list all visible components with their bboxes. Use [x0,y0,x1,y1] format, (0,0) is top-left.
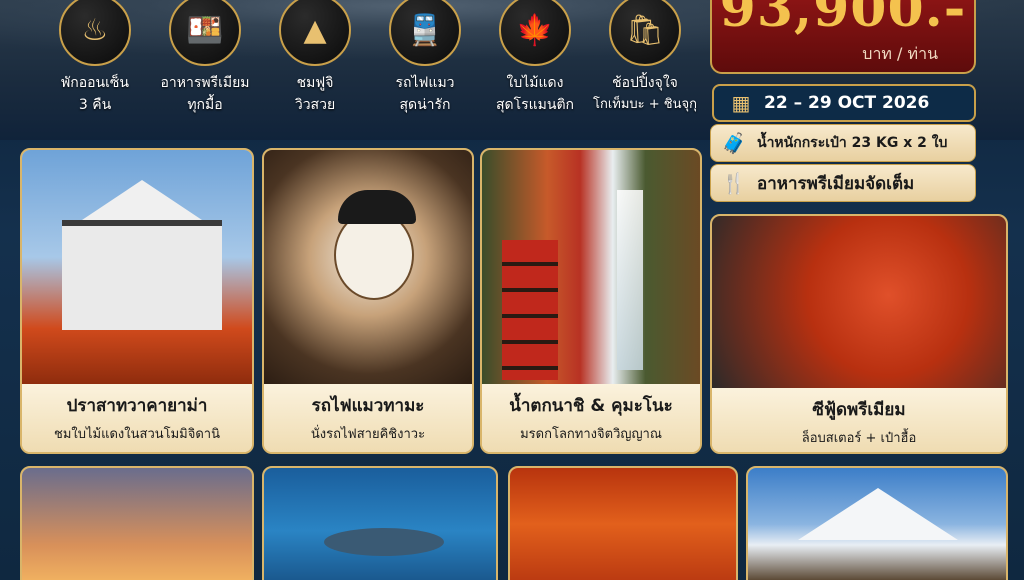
feature-premium-food: 🍱 อาหารพรีเมียม ทุกมื้อ [150,0,260,116]
calendar-icon: ▦ [731,91,751,115]
card-subtitle: นั่งรถไฟสายคิชิงาวะ [310,427,426,442]
feature-label: อาหารพรีเมียม ทุกมื้อ [160,75,250,113]
sunset-photo [22,468,252,580]
card-caption: น้ำตกนาชิ & คุมะโนะ มรดกโลกทางจิตวิญญาณ [482,384,700,452]
feature-shopping: 🛍 ช้อปปิ้งจุใจ โกเท็มบะ + ชินจุกุ [590,0,700,116]
card-caption: ซีฟู้ดพรีเมียม ล็อบสเตอร์ + เป๋าฮื้อ [712,388,1006,452]
meals-text: อาหารพรีเมียมจัดเต็ม [757,173,915,194]
card-title: น้ำตกนาชิ & คุมะโนะ [509,396,673,416]
suitcase-icon: 🧳 [721,131,747,155]
card-caption: รถไฟแมวทามะ นั่งรถไฟสายคิชิงาวะ [264,384,472,452]
falls-photo [482,150,700,388]
feature-onsen: ♨ พักออนเซ็น 3 คืน [40,0,150,116]
maple-leaf-icon: 🍁 [499,0,571,66]
card-wakayama-castle: ปราสาทวาคายาม่า ชมใบไม้แดงในสวนโมมิจิดาน… [20,148,254,454]
feature-label: รถไฟแมว สุดน่ารัก [395,75,455,113]
card-title: ซีฟู้ดพรีเมียม [812,400,906,420]
card-caption: ปราสาทวาคายาม่า ชมใบไม้แดงในสวนโมมิจิดาน… [22,384,252,452]
cat-photo [264,150,472,388]
card-subtitle: ล็อบสเตอร์ + เป๋าฮื้อ [801,431,917,446]
meals-pill: 🍴 อาหารพรีเมียมจัดเต็ม [710,164,976,202]
price-amount: 93,900.- [719,0,967,39]
aquarium-photo [264,468,496,580]
fork-knife-icon: 🍴 [721,171,747,195]
card-maple-tunnel [508,466,738,580]
train-icon: 🚆 [389,0,461,66]
shopping-bag-icon: 🛍 [609,0,681,66]
baggage-pill: 🧳 น้ำหนักกระเป๋า 23 KG x 2 ใบ [710,124,976,162]
card-subtitle: มรดกโลกทางจิตวิญญาณ [520,427,662,442]
mount-fuji-icon: ▲ [279,0,351,66]
baggage-text: น้ำหนักกระเป๋า 23 KG x 2 ใบ [757,135,948,151]
feature-icons-row: ♨ พักออนเซ็น 3 คืน 🍱 อาหารพรีเมียม ทุกมื้อ… [40,0,700,125]
card-tama-train: รถไฟแมวทามะ นั่งรถไฟสายคิชิงาวะ [262,148,474,454]
premium-food-icon: 🍱 [169,0,241,66]
price-box: 93,900.- บาท / ท่าน [710,0,976,74]
travel-date-pill: ▦ 22 – 29 OCT 2026 [712,84,976,122]
feature-label: พักออนเซ็น 3 คืน [61,75,129,113]
card-subtitle: ชมใบไม้แดงในสวนโมมิจิดานิ [54,427,220,442]
card-sunset [20,466,254,580]
feature-fuji: ▲ ชมฟูจิ วิวสวย [260,0,370,116]
feature-label: ใบไม้แดง สุดโรแมนติก [495,75,575,113]
castle-photo [22,150,252,388]
feature-label: ชมฟูจิ วิวสวย [294,75,336,113]
card-title: รถไฟแมวทามะ [311,396,425,416]
card-fuji-outlet [746,466,1008,580]
fuji-photo [748,468,1006,580]
card-premium-seafood: ซีฟู้ดพรีเมียม ล็อบสเตอร์ + เป๋าฮื้อ [710,214,1008,454]
feature-cat-train: 🚆 รถไฟแมว สุดน่ารัก [370,0,480,116]
card-aquarium [262,466,498,580]
hot-spring-icon: ♨ [59,0,131,66]
travel-date: 22 – 29 OCT 2026 [764,93,930,113]
maple-photo [510,468,736,580]
feature-maple: 🍁 ใบไม้แดง สุดโรแมนติก [480,0,590,116]
price-unit: บาท / ท่าน [862,44,938,63]
seafood-photo [712,216,1006,392]
feature-label: ช้อปปิ้งจุใจ โกเท็มบะ + ชินจุกุ [592,75,698,112]
card-nachi-falls: น้ำตกนาชิ & คุมะโนะ มรดกโลกทางจิตวิญญาณ [480,148,702,454]
card-title: ปราสาทวาคายาม่า [66,396,208,416]
